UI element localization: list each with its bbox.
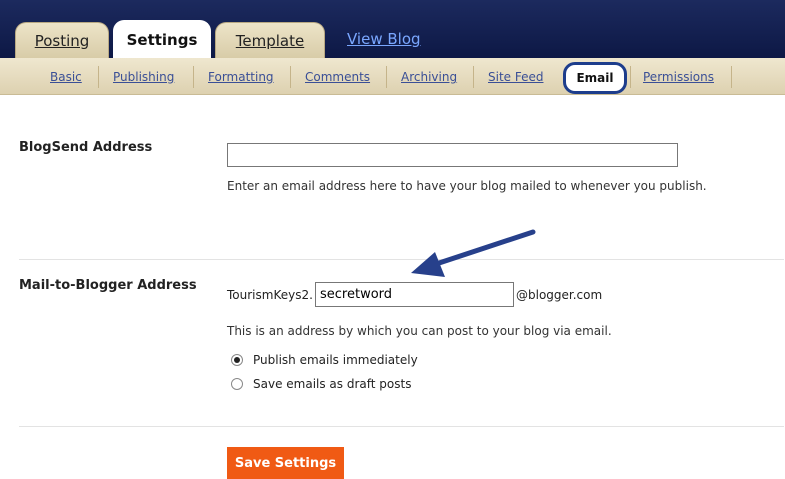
mail-to-blogger-help-text: This is an address by which you can post… [227, 324, 612, 338]
settings-subnav: Basic Publishing Formatting Comments Arc… [0, 58, 785, 95]
tab-posting-label: Posting [34, 31, 90, 50]
subnav-divider [630, 66, 631, 88]
section-divider [19, 426, 784, 427]
subnav-divider [193, 66, 194, 88]
subnav-divider [731, 66, 732, 88]
subnav-formatting[interactable]: Formatting [208, 70, 274, 84]
section-divider [19, 259, 784, 260]
subnav-divider [386, 66, 387, 88]
option-publish-immediately-label: Publish emails immediately [253, 353, 418, 367]
tab-template-label: Template [235, 31, 305, 50]
blogsend-help-text: Enter an email address here to have your… [227, 179, 707, 193]
blogsend-label: BlogSend Address [19, 140, 153, 155]
subnav-email[interactable]: Email [563, 62, 627, 94]
subnav-publishing[interactable]: Publishing [113, 70, 174, 84]
subnav-divider [98, 66, 99, 88]
option-publish-immediately[interactable]: Publish emails immediately [231, 353, 418, 367]
email-prefix: TourismKeys2. [227, 288, 313, 302]
subnav-archiving[interactable]: Archiving [401, 70, 457, 84]
tab-template[interactable]: Template [215, 22, 325, 58]
annotation-arrow-icon [411, 229, 536, 277]
subnav-divider [473, 66, 474, 88]
subnav-basic[interactable]: Basic [50, 70, 82, 84]
subnav-email-label: Email [576, 71, 614, 85]
save-settings-button[interactable]: Save Settings [227, 447, 344, 479]
radio-selected-icon[interactable] [231, 354, 243, 366]
subnav-site-feed[interactable]: Site Feed [488, 70, 543, 84]
tab-settings-label: Settings [126, 30, 198, 49]
tab-settings[interactable]: Settings [113, 20, 211, 58]
option-save-as-draft-label: Save emails as draft posts [253, 377, 412, 391]
secret-word-input[interactable] [315, 282, 514, 307]
subnav-comments[interactable]: Comments [305, 70, 370, 84]
radio-unselected-icon[interactable] [231, 378, 243, 390]
option-save-as-draft[interactable]: Save emails as draft posts [231, 377, 411, 391]
view-blog-link[interactable]: View Blog [347, 30, 421, 48]
tab-posting[interactable]: Posting [15, 22, 109, 58]
subnav-permissions[interactable]: Permissions [643, 70, 714, 84]
subnav-divider [290, 66, 291, 88]
email-suffix: @blogger.com [516, 288, 603, 302]
blogsend-address-input[interactable] [227, 143, 678, 167]
top-tab-bar: Posting Settings Template View Blog [0, 0, 785, 58]
mail-to-blogger-label: Mail-to-Blogger Address [19, 278, 197, 293]
